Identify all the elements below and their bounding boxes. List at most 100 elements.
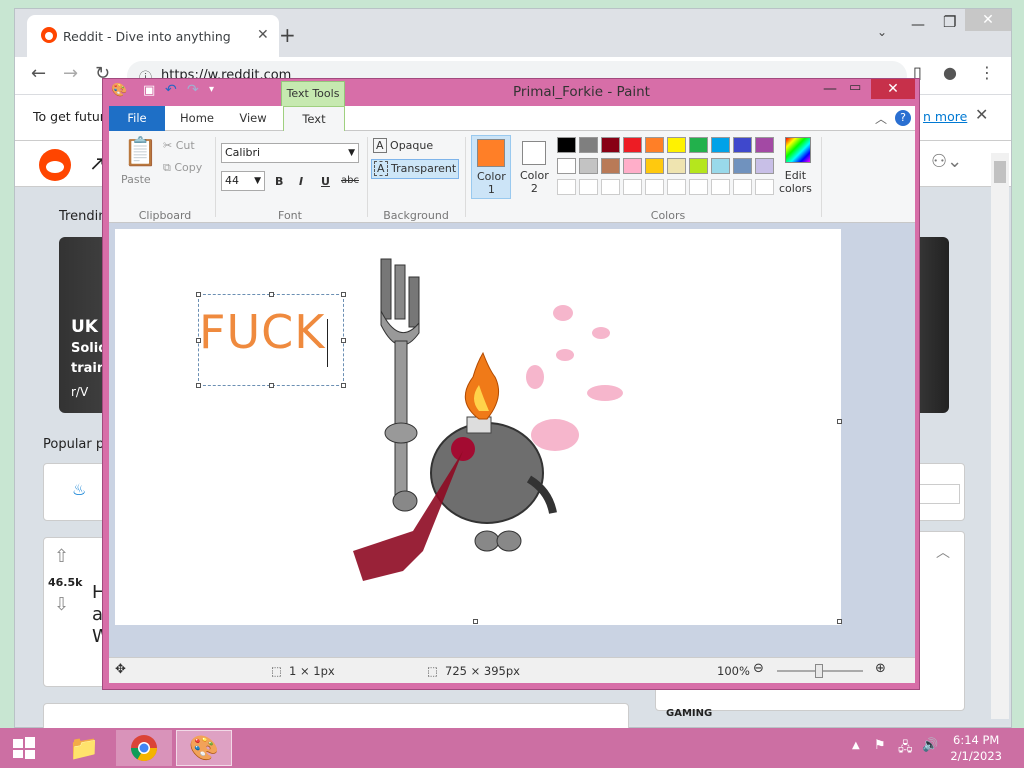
network-icon[interactable]: 🖧 — [898, 738, 913, 760]
edit-colors-button[interactable]: Edit colors — [779, 135, 815, 199]
new-tab-icon[interactable]: + — [279, 23, 296, 47]
opaque-button[interactable]: A Opaque — [373, 138, 433, 153]
palette-swatch[interactable] — [755, 158, 774, 174]
paint-maximize-icon[interactable]: ▭ — [849, 80, 861, 95]
custom-color-swatch[interactable] — [601, 179, 620, 195]
resize-handle[interactable] — [269, 292, 274, 297]
palette-swatch[interactable] — [667, 158, 686, 174]
collapse-icon[interactable]: ︿ — [936, 542, 950, 562]
canvas-resize-handle[interactable] — [837, 419, 842, 424]
color2-button[interactable]: Color 2 — [515, 135, 553, 199]
paste-button[interactable]: 📋 Paste — [115, 135, 158, 191]
resize-handle[interactable] — [269, 383, 274, 388]
zoom-slider-thumb[interactable] — [815, 664, 823, 678]
maximize-icon[interactable]: ❐ — [943, 13, 956, 31]
italic-button[interactable]: I — [299, 175, 303, 188]
tab-text[interactable]: Text — [283, 106, 345, 132]
user-menu-icon[interactable]: ⚇⌄ — [931, 151, 962, 172]
copy-button[interactable]: ⧉ Copy — [163, 161, 202, 175]
canvas-resize-handle[interactable] — [837, 619, 842, 624]
palette-swatch[interactable] — [711, 158, 730, 174]
zoom-in-icon[interactable]: ⊕ — [875, 661, 886, 676]
profile-icon[interactable]: ● — [943, 63, 957, 82]
tab-search-icon[interactable]: ⌄ — [877, 25, 887, 39]
paint-minimize-icon[interactable]: — — [823, 81, 837, 97]
palette-swatch[interactable] — [645, 158, 664, 174]
upvote-icon[interactable]: ⇧ — [54, 546, 69, 567]
underline-button[interactable]: U — [321, 175, 330, 188]
palette-swatch[interactable] — [601, 158, 620, 174]
tray-expand-icon[interactable]: ▲ — [852, 740, 860, 751]
palette-swatch[interactable] — [689, 137, 708, 153]
browser-close-button[interactable]: ✕ — [965, 9, 1011, 31]
flag-icon[interactable]: ⚑ — [874, 738, 886, 753]
cookie-close-icon[interactable]: ✕ — [975, 105, 988, 124]
save-icon[interactable]: ▣ — [143, 83, 155, 98]
palette-swatch[interactable] — [579, 137, 598, 153]
resize-handle[interactable] — [196, 383, 201, 388]
custom-color-swatch[interactable] — [755, 179, 774, 195]
cut-button[interactable]: ✂ Cut — [163, 139, 195, 152]
color1-button[interactable]: Color 1 — [471, 135, 511, 199]
downvote-icon[interactable]: ⇩ — [54, 594, 69, 615]
font-size-select[interactable]: 44 ▼ — [221, 171, 265, 191]
minimize-icon[interactable]: — — [911, 17, 925, 33]
back-icon[interactable]: ← — [31, 63, 46, 84]
custom-color-swatch[interactable] — [579, 179, 598, 195]
paint-app-icon[interactable]: 🎨 — [111, 83, 127, 98]
custom-color-swatch[interactable] — [667, 179, 686, 195]
strikethrough-button[interactable]: abc — [341, 175, 359, 186]
hot-icon[interactable]: ♨ — [72, 480, 86, 499]
custom-color-swatch[interactable] — [711, 179, 730, 195]
chrome-taskbar-button[interactable] — [116, 730, 172, 766]
qat-dropdown-icon[interactable]: ▾ — [209, 84, 214, 95]
close-tab-icon[interactable]: ✕ — [257, 27, 269, 43]
forward-icon[interactable]: → — [63, 63, 78, 84]
trend-line2: train — [71, 361, 107, 376]
volume-icon[interactable]: 🔊 — [922, 738, 938, 753]
custom-color-swatch[interactable] — [689, 179, 708, 195]
palette-swatch[interactable] — [667, 137, 686, 153]
tab-home[interactable]: Home — [169, 106, 225, 131]
custom-color-swatch[interactable] — [557, 179, 576, 195]
palette-swatch[interactable] — [733, 137, 752, 153]
start-button[interactable] — [0, 730, 48, 766]
palette-swatch[interactable] — [579, 158, 598, 174]
paint-taskbar-button[interactable]: 🎨 — [176, 730, 232, 766]
palette-swatch[interactable] — [711, 137, 730, 153]
file-explorer-button[interactable]: 📁 — [56, 730, 112, 766]
custom-color-swatch[interactable] — [623, 179, 642, 195]
bold-button[interactable]: B — [275, 175, 283, 188]
help-icon[interactable]: ? — [895, 110, 911, 126]
palette-swatch[interactable] — [733, 158, 752, 174]
palette-swatch[interactable] — [645, 137, 664, 153]
tab-file[interactable]: File — [109, 106, 165, 131]
palette-swatch[interactable] — [557, 137, 576, 153]
palette-swatch[interactable] — [755, 137, 774, 153]
paint-close-button[interactable]: ✕ — [871, 79, 915, 99]
palette-swatch[interactable] — [689, 158, 708, 174]
font-family-select[interactable]: Calibri ▼ — [221, 143, 359, 163]
zoom-out-icon[interactable]: ⊖ — [753, 661, 764, 676]
custom-color-swatch[interactable] — [645, 179, 664, 195]
transparent-button[interactable]: A Transparent — [371, 159, 459, 179]
reddit-logo-icon[interactable] — [39, 149, 71, 181]
redo-icon[interactable]: ↷ — [187, 82, 199, 98]
ribbon-collapse-icon[interactable]: ︿ — [875, 110, 887, 127]
undo-icon[interactable]: ↶ — [165, 82, 177, 98]
tab-view[interactable]: View — [225, 106, 281, 131]
browser-tab[interactable]: Reddit - Dive into anything ✕ — [27, 15, 279, 57]
palette-swatch[interactable] — [557, 158, 576, 174]
canvas-resize-handle[interactable] — [473, 619, 478, 624]
clock[interactable]: 6:14 PM 2/1/2023 — [950, 732, 1002, 764]
resize-handle[interactable] — [196, 292, 201, 297]
palette-swatch[interactable] — [623, 158, 642, 174]
menu-icon[interactable]: ⋮ — [979, 63, 995, 82]
palette-swatch[interactable] — [601, 137, 620, 153]
palette-swatch[interactable] — [623, 137, 642, 153]
scrollbar-thumb[interactable] — [994, 161, 1006, 183]
custom-color-swatch[interactable] — [733, 179, 752, 195]
learn-more-link[interactable]: n more — [923, 109, 967, 124]
page-scrollbar[interactable] — [991, 153, 1009, 719]
drawing-canvas[interactable]: FUCK — [115, 229, 841, 625]
